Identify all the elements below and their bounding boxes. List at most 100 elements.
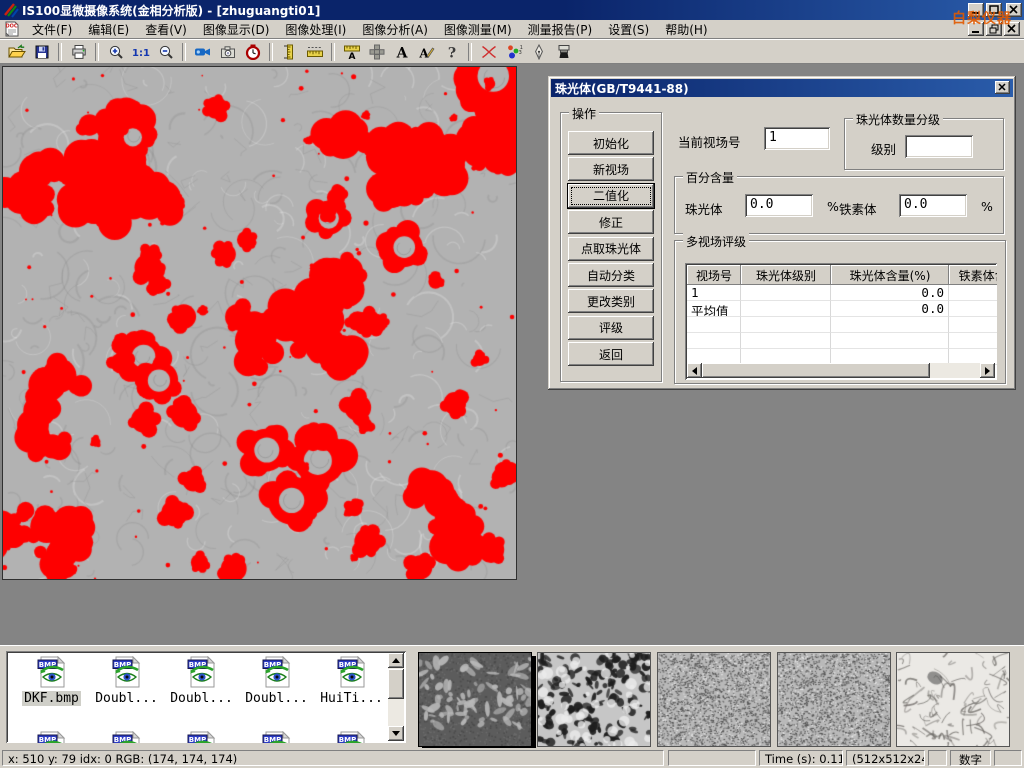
scroll-down-button[interactable] (388, 726, 404, 741)
grid-cross-icon[interactable] (364, 41, 389, 63)
file-item-row2-1[interactable]: BMP (89, 731, 164, 743)
table-cell[interactable] (949, 301, 997, 317)
document-icon[interactable]: DOC (4, 21, 20, 37)
menu-item-edit[interactable]: 编辑(E) (80, 20, 137, 39)
text-edit-icon[interactable]: A (414, 41, 439, 63)
file-item-row2-4[interactable]: BMP (314, 731, 389, 743)
multi-field-table[interactable]: 视场号珠光体级别珠光体含量(%)铁素体含量(%) 1 0.0 平均值 0.0 (685, 263, 997, 380)
op-button-6[interactable]: 更改类别 (568, 289, 654, 313)
help-icon[interactable]: ? (439, 41, 464, 63)
ruler-icon[interactable] (302, 41, 327, 63)
file-item-3[interactable]: BMPDoubl... (239, 656, 314, 706)
op-button-5[interactable]: 自动分类 (568, 263, 654, 287)
timer-icon[interactable] (240, 41, 265, 63)
thumbnail-2-fine-speckle[interactable] (657, 652, 771, 747)
table-cell[interactable] (741, 301, 831, 317)
particle-count-icon[interactable]: 13 (501, 41, 526, 63)
zoom-in-icon[interactable] (103, 41, 128, 63)
open-icon[interactable] (4, 41, 29, 63)
percent-input-1[interactable]: 0.0 (899, 194, 967, 217)
filelist-vscrollbar[interactable] (388, 653, 404, 741)
menu-item-help[interactable]: 帮助(H) (657, 20, 715, 39)
file-label[interactable]: HuiTi... (318, 691, 385, 706)
file-item-1[interactable]: BMPDoubl... (89, 656, 164, 706)
actual-size-icon[interactable]: 1:1 (128, 41, 153, 63)
menu-item-image-display[interactable]: 图像显示(D) (195, 20, 278, 39)
thumbnail-4-light-flakes[interactable] (896, 652, 1010, 747)
curve-eraser-icon[interactable] (476, 41, 501, 63)
hscroll-thumb[interactable] (702, 363, 930, 378)
table-cell[interactable] (687, 317, 741, 333)
table-header-1[interactable]: 珠光体级别 (741, 265, 831, 285)
brush-icon[interactable] (551, 41, 576, 63)
op-button-7[interactable]: 评级 (568, 316, 654, 340)
thumbnail-3-fine-speckle[interactable] (777, 652, 891, 747)
text-icon[interactable]: A (389, 41, 414, 63)
table-cell[interactable] (687, 333, 741, 349)
table-cell[interactable] (949, 317, 997, 333)
op-button-2[interactable]: 二值化 (568, 184, 654, 208)
op-button-3[interactable]: 修正 (568, 210, 654, 234)
file-label[interactable]: Doubl... (243, 691, 310, 706)
file-list[interactable]: BMPDKF.bmpBMPBMPDoubl...BMPBMPDoubl...BM… (6, 651, 406, 743)
op-button-8[interactable]: 返回 (568, 342, 654, 366)
file-item-2[interactable]: BMPDoubl... (164, 656, 239, 706)
table-cell[interactable]: 1 (687, 285, 741, 301)
menu-item-file[interactable]: 文件(F) (24, 20, 80, 39)
op-button-1[interactable]: 新视场 (568, 157, 654, 181)
scroll-up-button[interactable] (388, 653, 404, 668)
dialog-close-button[interactable] (995, 81, 1010, 94)
table-cell[interactable] (741, 317, 831, 333)
camera-icon[interactable] (215, 41, 240, 63)
file-label[interactable]: Doubl... (93, 691, 160, 706)
menu-item-measure-report[interactable]: 测量报告(P) (520, 20, 601, 39)
zoom-out-icon[interactable] (153, 41, 178, 63)
file-label[interactable]: Doubl... (168, 691, 235, 706)
scroll-right-button[interactable] (980, 363, 995, 378)
app-icon (3, 2, 19, 21)
table-hscrollbar[interactable] (687, 363, 995, 378)
thumbnail-1-coarse-blobs[interactable] (537, 652, 651, 747)
table-cell[interactable] (831, 317, 949, 333)
table-cell[interactable] (949, 285, 997, 301)
measure-text-icon[interactable]: A (339, 41, 364, 63)
file-label[interactable]: DKF.bmp (22, 691, 81, 706)
op-button-4[interactable]: 点取珠光体 (568, 237, 654, 261)
file-item-0[interactable]: BMPDKF.bmp (14, 656, 89, 706)
micrograph-image[interactable] (2, 66, 517, 580)
svg-text:A: A (418, 46, 429, 60)
op-button-0[interactable]: 初始化 (568, 131, 654, 155)
menu-item-image-analysis[interactable]: 图像分析(A) (354, 20, 436, 39)
vscroll-thumb[interactable] (388, 669, 404, 699)
dialog-title-bar[interactable]: 珠光体(GB/T9441-88) (551, 79, 1013, 97)
menu-item-image-processing[interactable]: 图像处理(I) (277, 20, 354, 39)
percent-input-0[interactable]: 0.0 (745, 194, 813, 217)
table-header-2[interactable]: 珠光体含量(%) (831, 265, 949, 285)
save-icon[interactable] (29, 41, 54, 63)
scroll-left-button[interactable] (687, 363, 702, 378)
menu-item-view[interactable]: 查看(V) (137, 20, 195, 39)
file-item-4[interactable]: BMPHuiTi... (314, 656, 389, 706)
table-cell[interactable] (741, 333, 831, 349)
pen-icon[interactable] (526, 41, 551, 63)
menu-item-image-measure[interactable]: 图像测量(M) (436, 20, 520, 39)
table-cell[interactable] (831, 333, 949, 349)
table-cell[interactable] (741, 285, 831, 301)
focus-rect (571, 187, 651, 205)
table-cell[interactable]: 0.0 (831, 285, 949, 301)
table-cell[interactable] (949, 333, 997, 349)
table-header-0[interactable]: 视场号 (687, 265, 741, 285)
table-cell[interactable]: 平均值 (687, 301, 741, 317)
grade-input[interactable] (905, 135, 973, 158)
caliper-icon[interactable] (277, 41, 302, 63)
menu-item-settings[interactable]: 设置(S) (600, 20, 657, 39)
table-header-3[interactable]: 铁素体含量(%) (949, 265, 997, 285)
table-cell[interactable]: 0.0 (831, 301, 949, 317)
print-icon[interactable] (66, 41, 91, 63)
thumbnail-0-band-structure[interactable] (418, 652, 532, 747)
current-field-input[interactable]: 1 (764, 127, 830, 150)
file-item-row2-3[interactable]: BMP (239, 731, 314, 743)
file-item-row2-0[interactable]: BMP (14, 731, 89, 743)
video-camera-icon[interactable] (190, 41, 215, 63)
file-item-row2-2[interactable]: BMP (164, 731, 239, 743)
